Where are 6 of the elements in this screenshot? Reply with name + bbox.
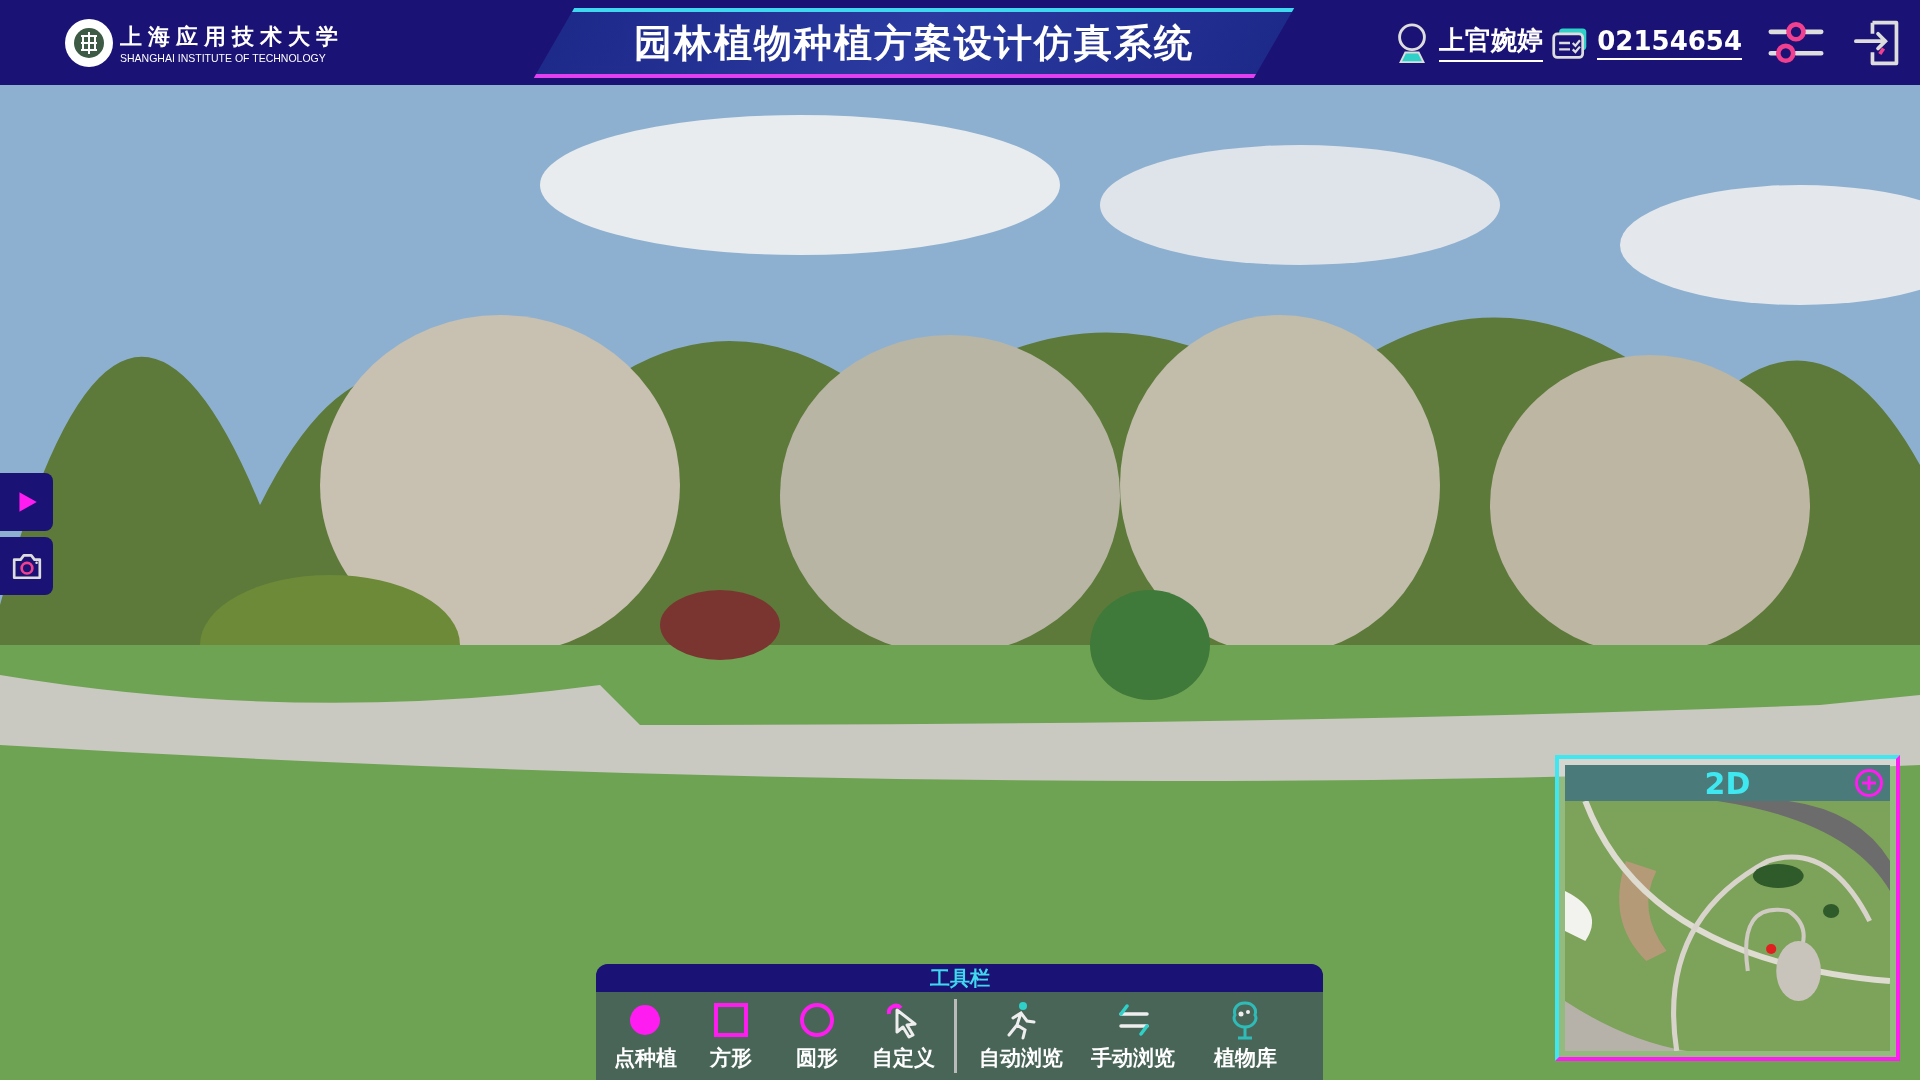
school-name: 上海应用技术大学 xyxy=(120,22,344,51)
school-name-english: SHANGHAI INSTITUTE OF TECHNOLOGY xyxy=(120,51,327,64)
user-name: 上官婉婷 xyxy=(1439,23,1544,62)
app-title: 园林植物种植方案设计仿真系统 xyxy=(634,19,1194,66)
school-seal-icon xyxy=(64,17,114,68)
student-id: 02154654 xyxy=(1597,25,1742,60)
